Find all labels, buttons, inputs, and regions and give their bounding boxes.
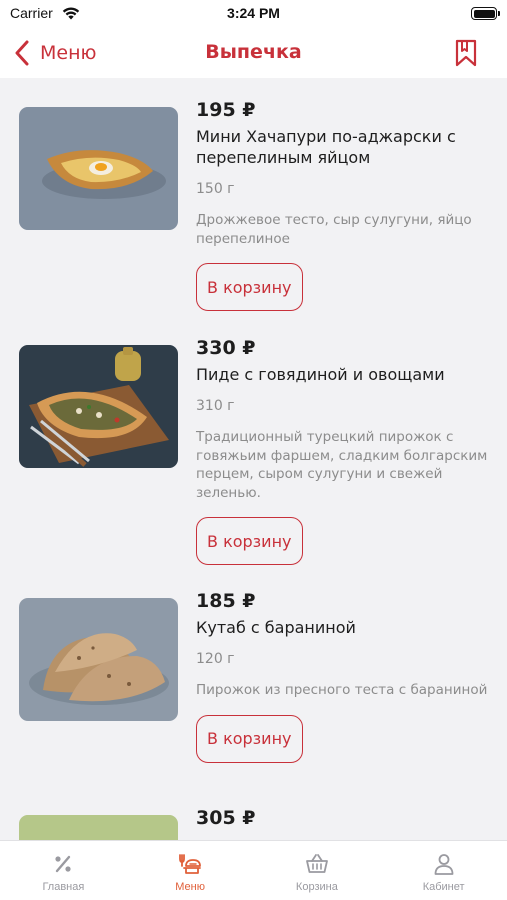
product-image-pide[interactable]	[19, 345, 178, 468]
tab-menu[interactable]: Меню	[127, 841, 254, 900]
product-info: 185 ₽ Кутаб с бараниной 120 г Пирожок из…	[196, 589, 488, 763]
product-description: Дрожжевое тесто, сыр сулугуни, яйцо пере…	[196, 212, 472, 247]
clock: 3:24 PM	[227, 5, 280, 21]
back-label: Меню	[40, 42, 97, 64]
product-description: Традиционный турецкий пирожок с говяжьим…	[196, 429, 488, 501]
product-image[interactable]	[19, 815, 178, 840]
menu-food-icon	[179, 854, 202, 874]
product-price: 305 ₽	[196, 807, 256, 829]
navigation-bar: Меню Выпечка	[0, 28, 507, 78]
tab-label: Корзина	[295, 881, 338, 893]
product-name[interactable]: Пиде с говядиной и овощами	[196, 364, 488, 385]
tab-cart[interactable]: Корзина	[254, 841, 381, 900]
add-to-cart-button[interactable]: В корзину	[196, 714, 303, 763]
add-to-cart-button[interactable]: В корзину	[196, 517, 303, 565]
product-name[interactable]: Кутаб с бараниной	[196, 617, 488, 638]
add-to-cart-button[interactable]: В корзину	[196, 263, 303, 311]
product-price: 330 ₽	[196, 337, 256, 359]
discount-icon	[55, 855, 71, 873]
status-bar: Carrier 3:24 PM	[0, 0, 507, 28]
product-price: 185 ₽	[196, 590, 256, 612]
basket-icon	[305, 854, 328, 873]
bookmark-icon[interactable]	[455, 39, 477, 67]
chevron-left-icon	[15, 40, 29, 66]
profile-icon	[434, 854, 454, 875]
product-info: 330 ₽ Пиде с говядиной и овощами 310 г Т…	[196, 336, 488, 565]
tab-label: Главная	[42, 881, 85, 893]
product-info: 305 ₽	[196, 806, 488, 830]
product-weight: 150 г	[196, 181, 235, 197]
product-image-khachapuri[interactable]	[19, 107, 178, 230]
product-name[interactable]: Мини Хачапури по-аджарски с перепелиным …	[196, 126, 488, 168]
tab-profile[interactable]: Кабинет	[380, 841, 507, 900]
product-description: Пирожок из пресного теста с бараниной	[196, 682, 488, 698]
tab-bar: Главная Меню Корзина Кабинет	[0, 840, 507, 900]
battery-icon	[471, 7, 500, 20]
product-list[interactable]: 195 ₽ Мини Хачапури по-аджарски с перепе…	[0, 78, 507, 840]
tab-label: Кабинет	[422, 881, 465, 893]
product-price: 195 ₽	[196, 99, 256, 121]
product-image-kutab[interactable]	[19, 598, 178, 721]
product-info: 195 ₽ Мини Хачапури по-аджарски с перепе…	[196, 98, 488, 311]
tab-home[interactable]: Главная	[0, 841, 127, 900]
back-button[interactable]: Меню	[14, 38, 97, 68]
product-weight: 120 г	[196, 651, 235, 667]
product-weight: 310 г	[196, 398, 235, 414]
tab-label: Меню	[175, 881, 205, 893]
